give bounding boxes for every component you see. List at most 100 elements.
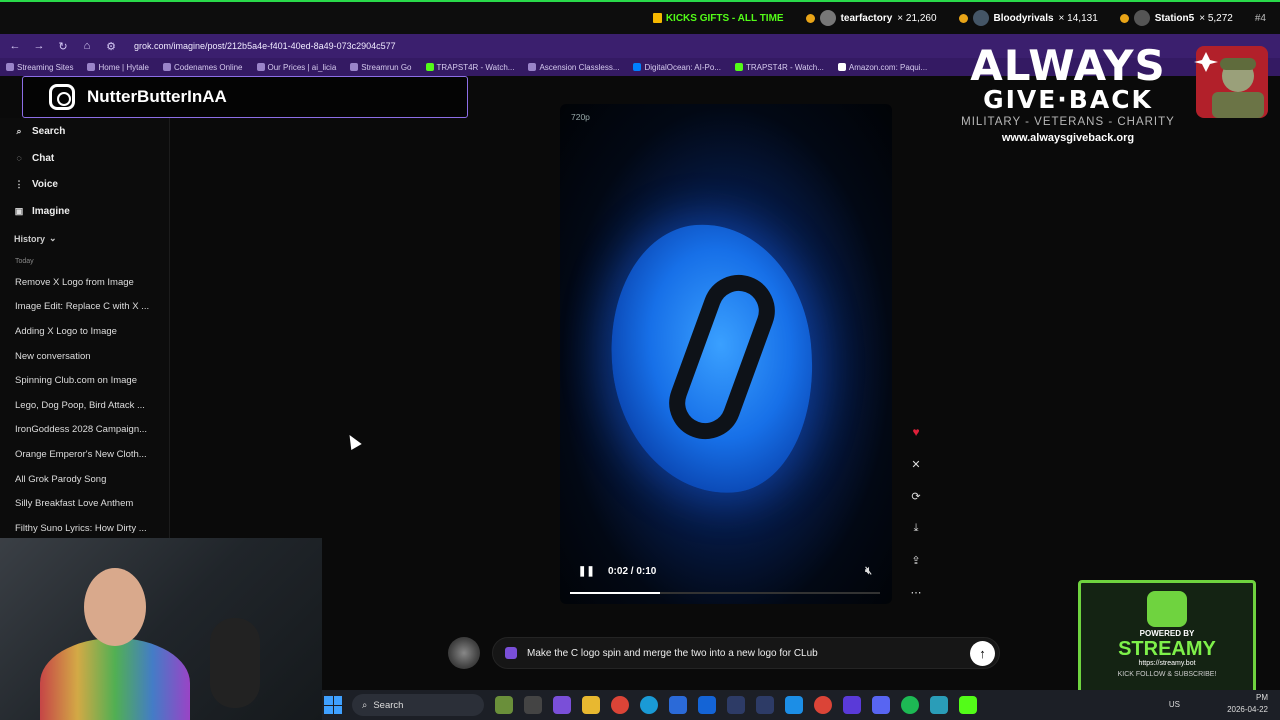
regenerate-icon[interactable]: ⟳ (904, 484, 928, 508)
pause-icon[interactable]: ❚❚ (578, 566, 595, 577)
chrome-icon[interactable] (814, 696, 832, 714)
rank-label: #4 (1254, 12, 1266, 24)
x-share-icon[interactable]: ✕ (904, 452, 928, 476)
prompt-input[interactable]: Make the C logo spin and merge the two i… (492, 637, 1000, 669)
coin-icon (958, 13, 968, 23)
image-icon: ▣ (14, 205, 24, 216)
app-icon[interactable] (959, 696, 977, 714)
streamy-badge: POWERED BY STREAMY https://streamy.bot K… (1078, 580, 1256, 704)
prompt-mode-icon[interactable] (505, 647, 517, 659)
history-group-label: Today (15, 257, 34, 265)
avatar (1133, 10, 1150, 26)
search-icon: ⌕ (16, 125, 22, 136)
prompt-text: Make the C logo spin and merge the two i… (527, 647, 818, 659)
streamer-body (40, 638, 190, 720)
bookmark-icon (528, 63, 537, 71)
screen: KICKS GIFTS - ALL TIME tearfactory × 21,… (0, 0, 1280, 720)
history-item[interactable]: All Grok Parody Song (0, 468, 169, 493)
instagram-overlay: NutterButterInAA (22, 76, 468, 118)
history-item[interactable]: Adding X Logo to Image (0, 320, 169, 345)
sidebar-item-search[interactable]: ⌕ Search (0, 118, 169, 145)
streamer-head (84, 568, 146, 646)
bookmark-icon (633, 63, 642, 71)
history-item[interactable]: New conversation (0, 345, 169, 370)
history-header[interactable]: History ⌄ (0, 227, 169, 251)
chat-icon: ◌ (16, 153, 22, 164)
task-view-icon[interactable] (524, 696, 542, 714)
mute-icon[interactable]: 🔇︎ (865, 565, 872, 578)
prompt-thumbnail[interactable] (448, 637, 480, 669)
history-item[interactable]: Orange Emperor's New Cloth... (0, 443, 169, 468)
folder-icon[interactable] (582, 696, 600, 714)
coin-icon (805, 13, 815, 23)
history-item[interactable]: Image Edit: Replace C with X ... (0, 295, 169, 320)
video-time: 0:02 / 0:10 (608, 565, 657, 577)
app-icon[interactable] (785, 696, 803, 714)
discord-icon[interactable] (872, 696, 890, 714)
more-icon[interactable]: ⋯ (904, 580, 928, 604)
app-icon[interactable] (843, 696, 861, 714)
instagram-handle: NutterButterInAA (87, 87, 227, 106)
reload-icon[interactable]: ↻ (56, 39, 70, 53)
bookmark-item[interactable]: TRAPST4R - Watch... (734, 63, 824, 72)
stream-top-bar: KICKS GIFTS - ALL TIME tearfactory × 21,… (0, 0, 1280, 34)
sidebar-item-chat[interactable]: ◌ Chat (0, 145, 169, 172)
download-icon[interactable]: ⤓ (904, 516, 928, 540)
app-icon[interactable] (930, 696, 948, 714)
heart-icon[interactable]: ♥ (904, 420, 928, 444)
bookmark-item[interactable]: DigitalOcean: AI-Po... (633, 63, 721, 72)
video-controls: ❚❚ 0:02 / 0:10 🔇︎ (570, 562, 880, 580)
avatar (819, 10, 836, 26)
bookmark-item[interactable]: Amazon.com: Paqui... (837, 63, 927, 72)
bookmark-item[interactable]: Streaming Sites (6, 63, 73, 72)
app-icon[interactable] (756, 696, 774, 714)
forward-arrow-icon[interactable]: → (32, 39, 46, 53)
donor-entry: Station5 × 5,272 (1119, 10, 1233, 26)
avatar (972, 10, 989, 26)
sidebar-item-imagine[interactable]: ▣ Imagine (0, 198, 169, 225)
donor-entry: Bloodyrivals × 14,131 (958, 10, 1098, 26)
resolution-label: 720p (571, 112, 590, 122)
search-icon: ⌕ (362, 699, 368, 711)
spotify-icon[interactable] (901, 696, 919, 714)
history-item[interactable]: Spinning Club.com on Image (0, 369, 169, 394)
clock[interactable]: PM 2026-04-22 (1227, 692, 1268, 716)
store-icon[interactable] (669, 696, 687, 714)
bookmark-item[interactable]: Codenames Online (163, 63, 243, 72)
instagram-icon (49, 84, 75, 110)
bookmark-item[interactable]: TRAPST4R - Watch... (425, 63, 514, 72)
video-progress-fill (570, 592, 660, 594)
bookmark-item[interactable]: Our Prices | ai_licia (256, 63, 336, 72)
bookmark-icon (163, 63, 172, 71)
send-arrow-icon[interactable]: ↑ (970, 641, 995, 666)
video-player[interactable]: 720p ❚❚ 0:02 / 0:10 🔇︎ (560, 104, 892, 604)
history-item[interactable]: Silly Breakfast Love Anthem (0, 492, 169, 517)
bookmark-icon (6, 63, 14, 71)
share-icon[interactable]: ⇪ (904, 548, 928, 572)
video-progress-bar[interactable] (570, 592, 880, 594)
home-icon[interactable]: ⌂ (80, 39, 94, 53)
history-item[interactable]: Remove X Logo from Image (0, 271, 169, 296)
mail-icon[interactable] (698, 696, 716, 714)
bookmark-item[interactable]: Ascension Classless... (528, 63, 619, 72)
bookmark-item[interactable]: Home | Hytale (87, 63, 149, 72)
bookmark-item[interactable]: Streamrun Go (350, 63, 412, 72)
address-bar[interactable]: grok.com/imagine/post/212b5a4e-f401-40ed… (134, 41, 396, 51)
history-item[interactable]: IronGoddess 2028 Campaign... (0, 418, 169, 443)
taskbar-search[interactable]: ⌕ Search (352, 694, 484, 716)
chrome-icon[interactable] (611, 696, 629, 714)
app-icon[interactable] (727, 696, 745, 714)
donor-entry: tearfactory × 21,260 (805, 10, 937, 26)
windows-start-icon[interactable] (324, 696, 342, 714)
bookmark-icon (350, 63, 359, 71)
app-icon[interactable] (495, 696, 513, 714)
history-item[interactable]: Lego, Dog Poop, Bird Attack ... (0, 394, 169, 419)
chevron-down-icon: ⌄ (49, 233, 57, 244)
site-info-icon[interactable]: ⚙ (104, 39, 118, 53)
back-arrow-icon[interactable]: ← (8, 39, 22, 53)
sidebar-item-voice[interactable]: ⋮ Voice (0, 171, 169, 198)
edge-icon[interactable] (640, 696, 658, 714)
app-icon[interactable] (553, 696, 571, 714)
locale-indicator[interactable]: US (1169, 700, 1180, 709)
webcam-feed (0, 538, 322, 720)
